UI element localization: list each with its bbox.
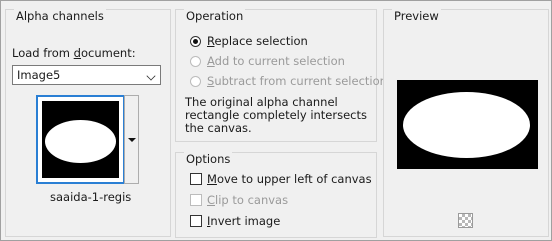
checkbox-icon bbox=[190, 215, 202, 227]
dropdown-arrow-icon bbox=[128, 138, 136, 142]
preview-title: Preview bbox=[392, 9, 441, 23]
checkerboard-icon[interactable] bbox=[458, 213, 473, 228]
chevron-down-icon bbox=[146, 71, 156, 81]
operation-group: Operation Replace selection Add to curre… bbox=[175, 9, 387, 142]
invert-image-label: Invert image bbox=[207, 214, 281, 228]
checkbox-icon bbox=[190, 194, 202, 206]
clip-to-canvas-label: Clip to canvas bbox=[207, 193, 289, 207]
document-select[interactable]: Image5 bbox=[12, 65, 161, 85]
move-to-upper-left-label: Move to upper left of canvas bbox=[207, 172, 372, 186]
channel-dropdown-button[interactable] bbox=[124, 95, 139, 184]
preview-image bbox=[397, 80, 538, 169]
alpha-channels-title: Alpha channels bbox=[14, 9, 106, 23]
channel-thumbnail-image bbox=[42, 101, 119, 178]
load-from-alpha-channel-dialog: Alpha channels Load from document: Image… bbox=[0, 0, 552, 241]
channel-name-label: saaida-1-regis bbox=[50, 190, 132, 204]
thumbnail-ellipse-shape bbox=[45, 120, 116, 163]
preview-ellipse-shape bbox=[403, 92, 530, 158]
options-group: Options Move to upper left of canvas Cli… bbox=[175, 152, 377, 238]
options-title: Options bbox=[184, 152, 233, 166]
radio-button-icon bbox=[190, 36, 201, 47]
operation-title: Operation bbox=[184, 9, 246, 23]
radio-button-icon bbox=[190, 56, 201, 67]
operation-description: The original alpha channel rectangle com… bbox=[185, 95, 368, 135]
document-select-value: Image5 bbox=[17, 68, 61, 82]
subtract-from-selection-label: Subtract from current selection bbox=[207, 74, 387, 88]
preview-group: Preview bbox=[383, 9, 549, 237]
add-to-selection-label: Add to current selection bbox=[207, 54, 345, 68]
channel-thumbnail[interactable] bbox=[36, 95, 125, 184]
checkbox-icon bbox=[190, 173, 202, 185]
load-from-document-label: Load from document: bbox=[12, 46, 136, 60]
replace-selection-label: Replace selection bbox=[207, 34, 308, 48]
alpha-channels-group: Alpha channels Load from document: Image… bbox=[5, 9, 171, 237]
radio-button-icon bbox=[190, 76, 201, 87]
